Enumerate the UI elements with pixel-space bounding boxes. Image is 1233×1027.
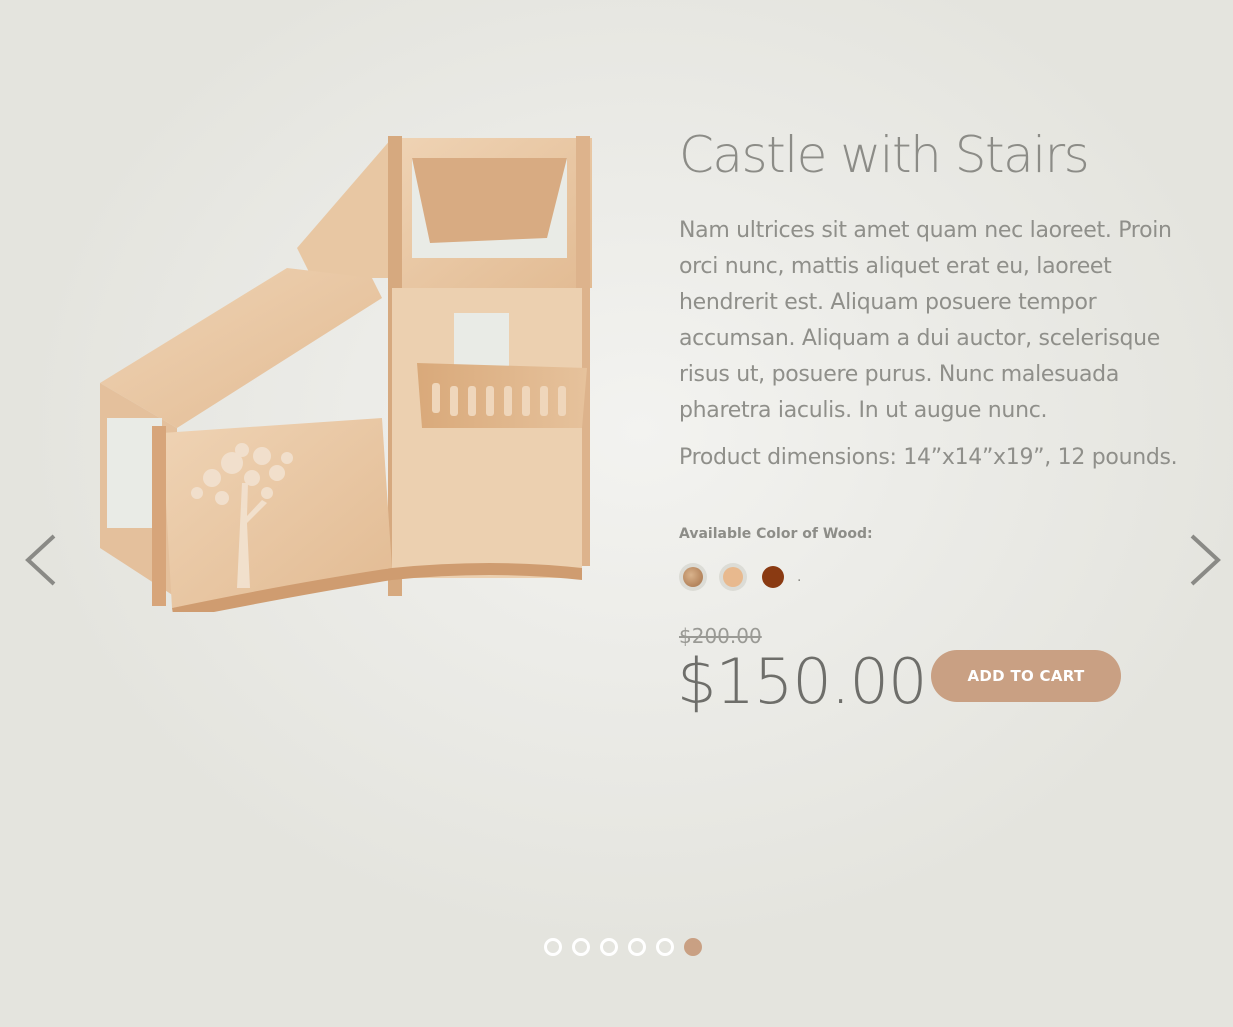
next-arrow-icon[interactable] <box>1188 534 1222 586</box>
pager-dot-3[interactable] <box>600 938 618 956</box>
color-swatches: . <box>679 563 801 591</box>
color-label: Available Color of Wood: <box>679 526 873 542</box>
current-price: $150.00 <box>677 645 927 718</box>
swatch-dark-walnut[interactable] <box>759 563 787 591</box>
add-to-cart-button[interactable]: ADD TO CART <box>931 650 1121 702</box>
swatch-natural-grain[interactable] <box>679 563 707 591</box>
swatch-dot <box>762 566 784 588</box>
slider-pagination <box>544 938 712 956</box>
swatch-dot <box>723 567 743 587</box>
pager-dot-5[interactable] <box>656 938 674 956</box>
swatch-light-maple[interactable] <box>719 563 747 591</box>
product-image <box>100 136 592 612</box>
product-title: Castle with Stairs <box>679 126 1090 184</box>
color-label-text: Available Color of Wood <box>679 526 868 542</box>
swatch-tail: . <box>797 568 802 585</box>
color-label-suffix: : <box>867 526 873 542</box>
pager-dot-1[interactable] <box>544 938 562 956</box>
product-dimensions: Product dimensions: 14”x14”x19”, 12 poun… <box>679 445 1178 470</box>
pager-dot-4[interactable] <box>628 938 646 956</box>
swatch-dot <box>683 567 703 587</box>
product-description: Nam ultrices sit amet quam nec laoreet. … <box>679 218 1172 423</box>
pager-dot-6-active[interactable] <box>684 938 702 956</box>
pager-dot-2[interactable] <box>572 938 590 956</box>
previous-arrow-icon[interactable] <box>24 534 58 586</box>
